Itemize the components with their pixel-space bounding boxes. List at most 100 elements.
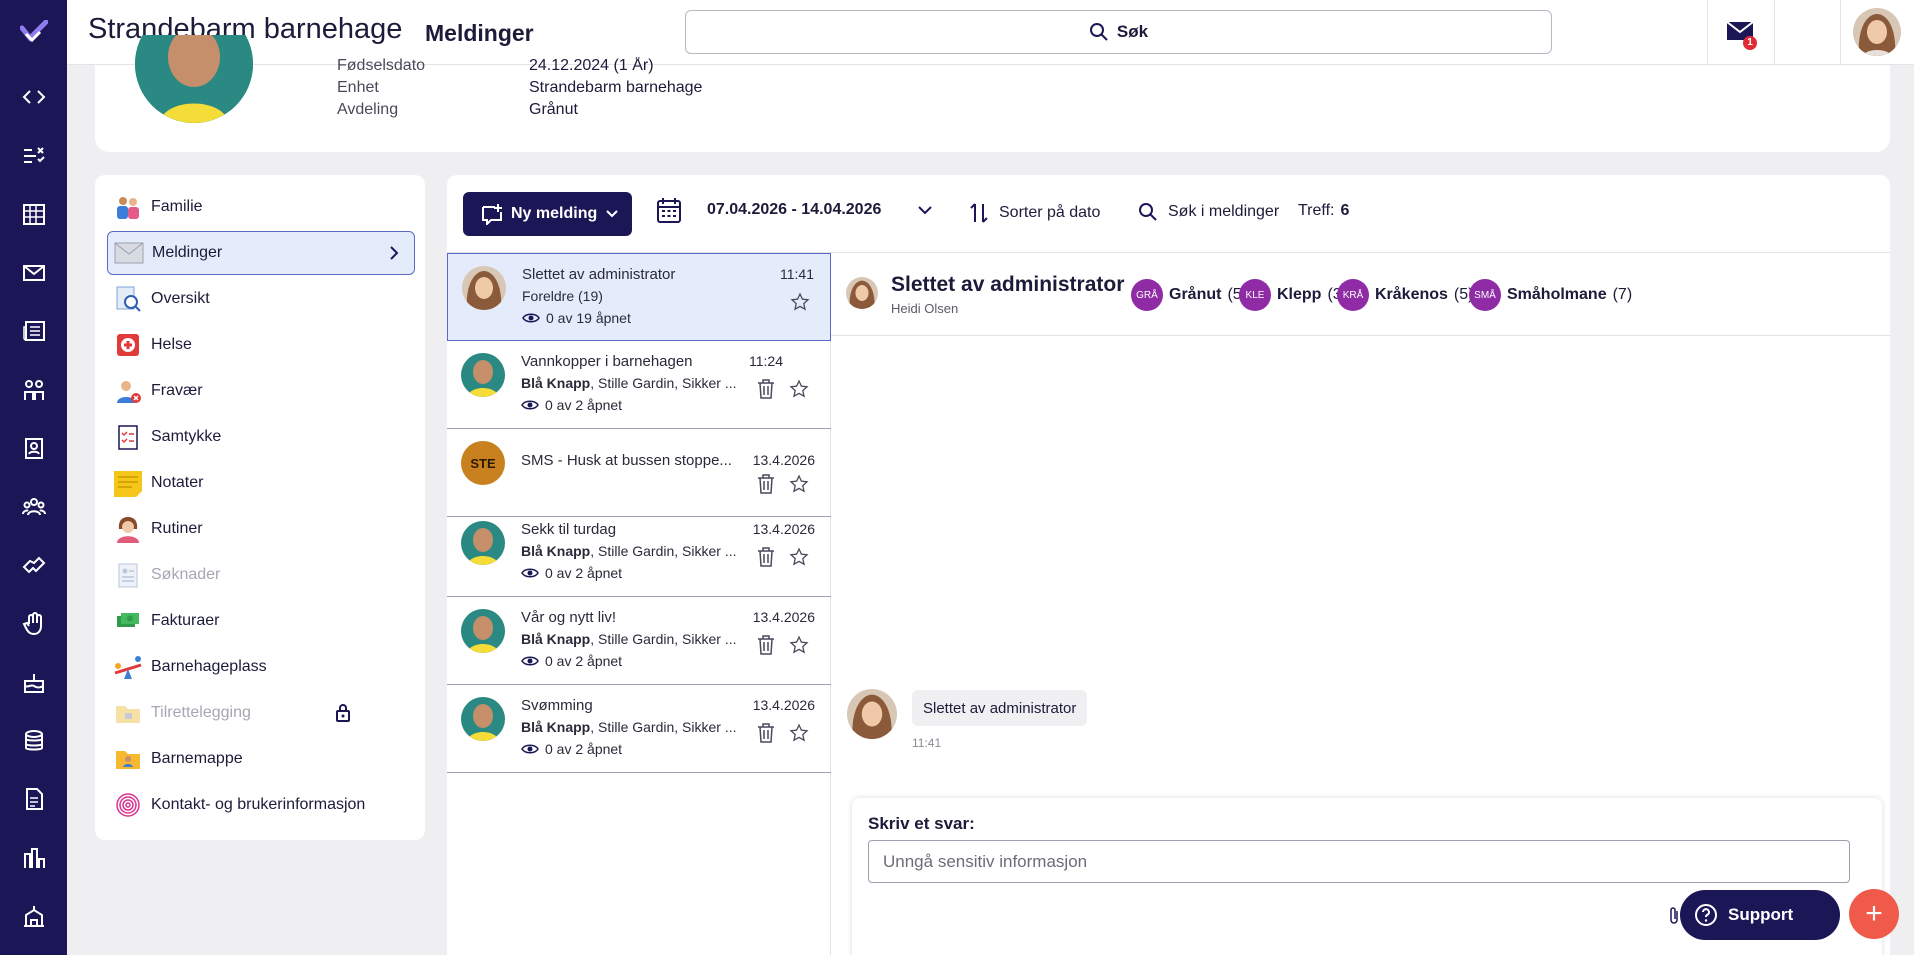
message-list-item[interactable]: Vannkopper i barnehagen Blå Knapp, Still… [447, 341, 831, 429]
menu-item-barnehageplass[interactable]: Barnehageplass [107, 645, 415, 689]
group-tag[interactable]: KRÅ Kråkenos (5) [1337, 279, 1473, 311]
children-icon[interactable] [21, 377, 47, 403]
search-messages-label: Søk i meldinger [1168, 203, 1280, 220]
sender-avatar [461, 353, 505, 397]
star-icon[interactable] [789, 723, 809, 748]
hits-value: 6 [1340, 202, 1350, 219]
group-tag[interactable]: SMÅ Småholmane (7) [1469, 279, 1632, 311]
message-recipients: , Stille Gardin, Sikker ... [590, 543, 737, 559]
trash-icon[interactable] [757, 379, 775, 404]
global-search[interactable]: Søk [685, 10, 1552, 54]
calendar-icon[interactable] [21, 201, 47, 227]
message-list-item[interactable]: Slettet av administrator Foreldre (19) 0… [447, 253, 831, 341]
child-photo [135, 35, 253, 123]
hits-count: Treff: 6 [1298, 202, 1349, 220]
fingerprint-icon [113, 790, 143, 820]
message-title: Vår og nytt liv! [521, 609, 617, 626]
eye-icon [521, 744, 539, 754]
mail-icon[interactable] [21, 260, 47, 286]
menu-item-fakturaer[interactable]: Fakturaer [107, 599, 415, 643]
message-detail-header: Slettet av administrator Heidi Olsen GRÅ… [831, 253, 1890, 336]
message-bubble: Slettet av administrator [912, 690, 1088, 726]
group-badge: GRÅ [1131, 279, 1163, 311]
trash-icon[interactable] [757, 723, 775, 748]
group-tag[interactable]: GRÅ Grånut (5) [1131, 279, 1247, 311]
star-icon[interactable] [789, 379, 809, 404]
bar-chart-icon[interactable] [21, 845, 47, 871]
hand-icon[interactable] [21, 611, 47, 637]
message-list-item[interactable]: Vår og nytt liv! Blå Knapp, Stille Gardi… [447, 597, 831, 685]
menu-item-soknader: Søknader [107, 553, 415, 597]
handshake-icon[interactable] [21, 552, 47, 578]
menu-label: Tilrettelegging [151, 704, 251, 721]
reply-input[interactable] [868, 840, 1850, 883]
cake-icon[interactable] [21, 669, 47, 695]
menu-label: Rutiner [151, 520, 203, 537]
menu-item-kontakt[interactable]: Kontakt- og brukerinformasjon [107, 783, 415, 827]
message-list-item[interactable]: STE SMS - Husk at bussen stoppe... 13.4.… [447, 429, 831, 517]
trash-icon[interactable] [757, 547, 775, 572]
message-detail-title: Slettet av administrator [891, 273, 1125, 296]
tasks-icon[interactable] [21, 143, 47, 169]
paperclip-icon [1670, 907, 1678, 924]
profile-label-department: Avdeling [337, 101, 399, 118]
menu-item-barnemappe[interactable]: Barnemappe [107, 737, 415, 781]
message-list-item[interactable]: Sekk til turdag Blå Knapp, Stille Gardin… [447, 509, 831, 597]
star-icon[interactable] [790, 292, 810, 317]
menu-item-familie[interactable]: Familie [107, 185, 415, 229]
menu-label: Barnehageplass [151, 658, 267, 675]
group-tag[interactable]: KLEKlepp(3) [1239, 279, 1347, 311]
eye-icon [522, 313, 540, 323]
support-button[interactable]: Support [1680, 890, 1840, 940]
trash-icon[interactable] [757, 635, 775, 660]
star-icon[interactable] [789, 635, 809, 660]
messages-toolbar: Ny melding 07.04.2026 - 14.04.2026 Sorte… [447, 175, 1890, 253]
add-fab-button[interactable]: + [1849, 889, 1899, 939]
menu-item-fravaer[interactable]: Fravær [107, 369, 415, 413]
message-list-item[interactable]: Svømming Blå Knapp, Stille Gardin, Sikke… [447, 685, 831, 773]
message-list: Slettet av administrator Foreldre (19) 0… [447, 253, 831, 955]
child-folder-icon [113, 744, 143, 774]
clipboard-person-icon[interactable] [21, 435, 47, 461]
menu-item-meldinger[interactable]: Meldinger [107, 231, 415, 275]
user-avatar[interactable] [1853, 8, 1901, 56]
message-recipients: Foreldre (19) [522, 288, 603, 304]
menu-item-helse[interactable]: Helse [107, 323, 415, 367]
message-recipients: , Stille Gardin, Sikker ... [590, 375, 737, 391]
star-icon[interactable] [789, 474, 809, 499]
menu-item-samtykke[interactable]: Samtykke [107, 415, 415, 459]
left-rail [0, 0, 67, 955]
search-messages-button[interactable]: Søk i meldinger [1138, 202, 1279, 222]
menu-label: Fravær [151, 382, 203, 399]
eye-icon [521, 656, 539, 666]
sort-by-date-button[interactable]: Sorter på dato [969, 202, 1100, 224]
invoices-money-icon [113, 606, 143, 636]
reply-label: Skriv et svar: [868, 814, 975, 833]
chevron-down-icon [606, 210, 618, 218]
document-icon[interactable] [21, 786, 47, 812]
coins-icon[interactable] [21, 728, 47, 754]
health-icon [113, 330, 143, 360]
group-icon[interactable] [21, 494, 47, 520]
top-bar: Strandebarm barnehage Meldinger Søk 1 18 [67, 0, 1914, 65]
profile-value-department: Grånut [529, 101, 578, 118]
code-icon[interactable] [21, 84, 47, 110]
profile-label-unit: Enhet [337, 79, 379, 96]
message-author: Heidi Olsen [891, 301, 959, 316]
messages-mail-icon[interactable]: 1 [1725, 18, 1757, 50]
app-logo-icon[interactable] [19, 19, 49, 49]
menu-item-rutiner[interactable]: Rutiner [107, 507, 415, 551]
date-range-picker[interactable]: 07.04.2026 - 14.04.2026 [657, 197, 933, 223]
menu-item-notater[interactable]: Notater [107, 461, 415, 505]
star-icon[interactable] [789, 547, 809, 572]
trash-icon[interactable] [757, 474, 775, 499]
message-title: Sekk til turdag [521, 521, 617, 538]
envelope-icon [114, 238, 144, 268]
group-name: Kråkenos [1375, 286, 1448, 303]
new-message-button[interactable]: Ny melding [463, 192, 632, 236]
menu-item-oversikt[interactable]: Oversikt [107, 277, 415, 321]
news-icon[interactable] [21, 318, 47, 344]
new-message-icon [482, 204, 502, 225]
message-time: 13.4.2026 [752, 521, 815, 537]
school-icon[interactable] [21, 903, 47, 929]
